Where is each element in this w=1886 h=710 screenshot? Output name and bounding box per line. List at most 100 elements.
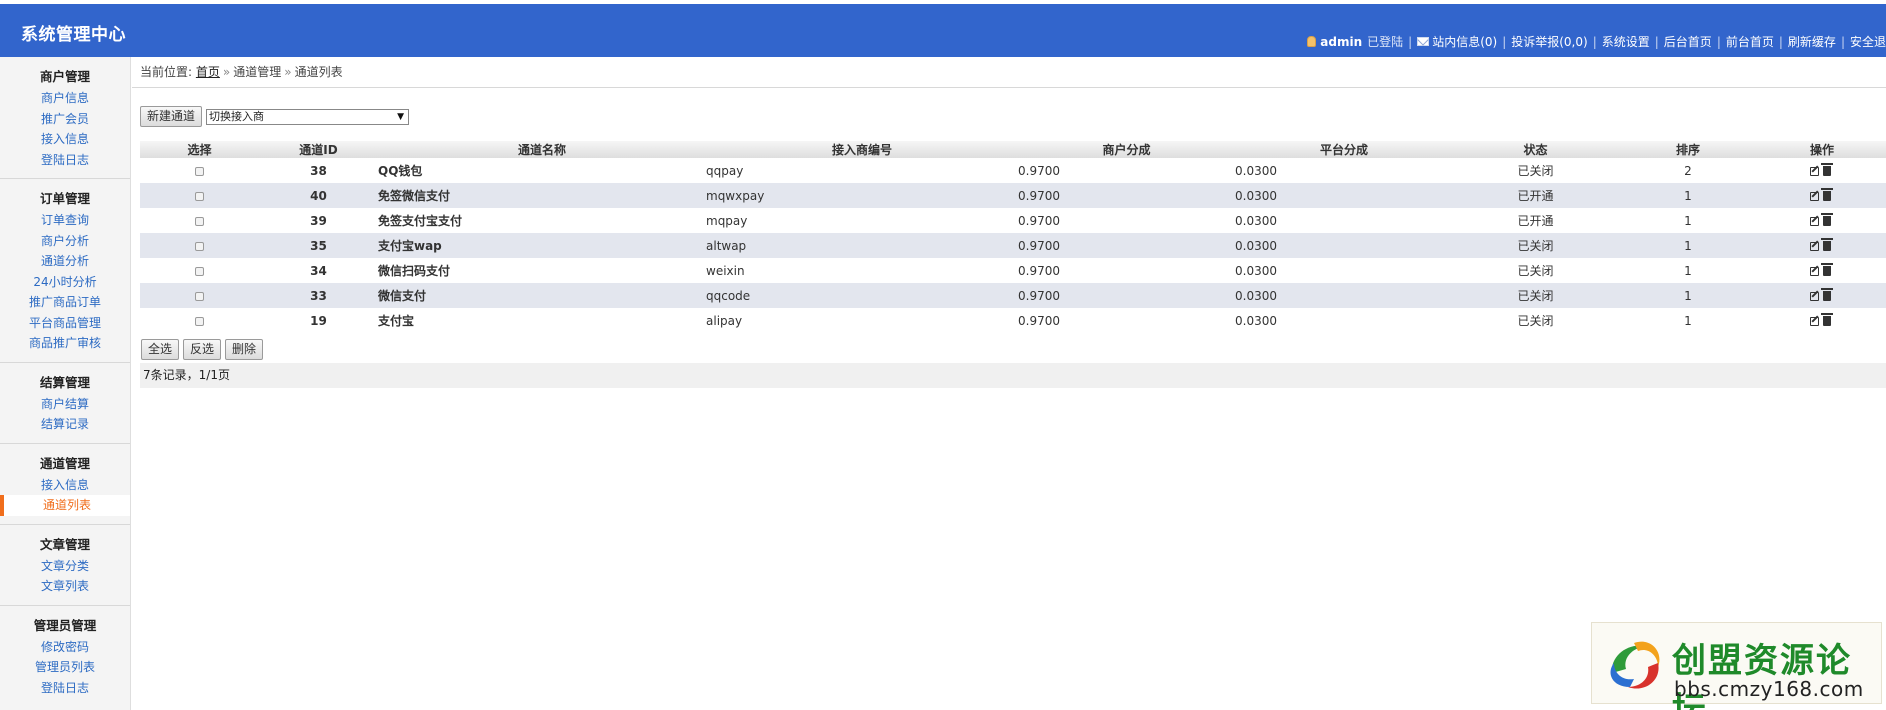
row-status: 已开通 [1453,183,1618,208]
row-sort: 1 [1618,283,1758,308]
top-header: 系统管理中心 admin 已登陆 | 站内信息(0) | 投诉举报(0,0) |… [0,4,1886,57]
sidebar-item-merchant-info[interactable]: 商户信息 [0,88,130,109]
breadcrumb-home-link[interactable]: 首页 [196,65,220,79]
username: admin [1320,34,1363,49]
row-merchant-rate: 0.9700 [1018,183,1235,208]
sidebar-item-24h-analysis[interactable]: 24小时分析 [0,272,130,293]
admin-home-link[interactable]: 后台首页 [1664,33,1712,50]
row-name: 免签微信支付 [378,183,706,208]
sidebar-item-login-log[interactable]: 登陆日志 [0,150,130,171]
row-checkbox[interactable] [195,191,204,201]
sidebar-item-admin-login-log[interactable]: 登陆日志 [0,678,130,699]
row-status: 已关闭 [1517,264,1554,278]
sidebar-group-title: 订单管理 [39,191,90,206]
invert-selection-button[interactable]: 反选 [183,339,222,360]
user-icon [1307,36,1317,47]
row-checkbox[interactable] [195,216,204,226]
trash-icon[interactable] [1820,213,1833,226]
sidebar-group-articles: 文章管理 文章分类 文章列表 [0,525,130,606]
edit-icon[interactable] [1809,241,1819,251]
select-all-button[interactable]: 全选 [141,339,180,360]
sidebar-item-settlement-records[interactable]: 结算记录 [0,414,130,435]
row-checkbox[interactable] [195,316,204,326]
row-code: altwap [706,233,1018,258]
row-id: 19 [310,313,327,328]
sidebar-item-channel-access-info[interactable]: 接入信息 [0,475,130,496]
trash-icon[interactable] [1820,188,1833,201]
sidebar-item-order-query[interactable]: 订单查询 [0,210,130,231]
messages-link[interactable]: 站内信息(0) [1432,33,1497,50]
breadcrumb-section: 通道管理 [233,65,282,79]
sidebar: 商户管理 商户信息 推广会员 接入信息 登陆日志 订单管理 订单查询 商户分析 … [0,57,131,710]
trash-icon[interactable] [1820,238,1833,251]
row-checkbox[interactable] [195,166,204,176]
sidebar-group-orders: 订单管理 订单查询 商户分析 通道分析 24小时分析 推广商品订单 平台商品管理… [0,179,130,363]
row-name: 微信扫码支付 [378,264,451,278]
sidebar-item-channel-list[interactable]: 通道列表 [0,495,130,516]
trash-icon[interactable] [1820,263,1833,276]
row-name: 免签支付宝支付 [378,214,463,228]
edit-icon[interactable] [1809,191,1819,201]
sidebar-group-admins: 管理员管理 修改密码 管理员列表 登陆日志 [0,606,130,707]
row-merchant-rate: 0.9700 [1018,213,1060,228]
row-platform-rate: 0.0300 [1235,183,1453,208]
col-provider-code: 接入商编号 [706,141,1018,158]
breadcrumb-page: 通道列表 [294,65,343,79]
sidebar-item-admin-list[interactable]: 管理员列表 [0,657,130,678]
edit-icon[interactable] [1809,291,1819,301]
row-id: 35 [259,233,378,258]
col-merchant-rate: 商户分成 [1018,141,1235,158]
row-code: alipay [706,313,743,328]
sidebar-group-title: 结算管理 [39,374,90,390]
table-row: 38 QQ钱包 qqpay 0.9700 0.0300 已关闭 2 [140,158,1886,183]
row-code: mqpay [706,213,748,228]
table-row: 39 免签支付宝支付 mqpay 0.9700 0.0300 已开通 1 [140,208,1886,233]
row-sort: 1 [1684,213,1692,228]
row-platform-rate: 0.0300 [1235,213,1277,228]
row-platform-rate: 0.0300 [1235,263,1277,278]
swirl-logo-icon [1610,641,1660,689]
col-platform-rate: 平台分成 [1235,141,1453,158]
row-checkbox[interactable] [195,241,204,251]
sidebar-group-title: 通道管理 [39,455,90,471]
system-settings-link[interactable]: 系统设置 [1602,33,1650,50]
row-status: 已关闭 [1517,164,1554,178]
sidebar-item-article-categories[interactable]: 文章分类 [0,556,130,577]
front-home-link[interactable]: 前台首页 [1726,33,1774,50]
edit-icon[interactable] [1809,266,1819,276]
edit-icon[interactable] [1809,216,1819,226]
row-checkbox[interactable] [195,291,204,301]
col-channel-id: 通道ID [259,141,378,158]
edit-icon[interactable] [1809,166,1819,176]
delete-button[interactable]: 删除 [225,339,264,360]
sidebar-item-promo-orders[interactable]: 推广商品订单 [0,292,130,313]
sidebar-item-merchant-analysis[interactable]: 商户分析 [0,231,130,252]
row-merchant-rate: 0.9700 [1018,163,1060,178]
row-code: qqpay [706,163,744,178]
row-name: 支付宝 [378,314,415,328]
sidebar-item-access-info[interactable]: 接入信息 [0,129,130,150]
trash-icon[interactable] [1820,288,1833,301]
sidebar-item-promo-members[interactable]: 推广会员 [0,109,130,130]
complaints-link[interactable]: 投诉举报(0,0) [1511,33,1587,50]
row-code: weixin [706,263,745,278]
provider-select[interactable]: 切换接入商 ▼ [206,108,410,125]
sidebar-item-article-list[interactable]: 文章列表 [0,576,130,597]
sidebar-item-channel-analysis[interactable]: 通道分析 [0,251,130,272]
trash-icon[interactable] [1820,313,1833,326]
row-sort: 2 [1684,163,1692,178]
trash-icon[interactable] [1820,163,1833,176]
row-merchant-rate: 0.9700 [1018,283,1235,308]
row-name: 支付宝wap [378,233,706,258]
row-sort: 1 [1618,233,1758,258]
new-channel-button[interactable]: 新建通道 [140,106,203,127]
sidebar-item-merchant-settlement[interactable]: 商户结算 [0,394,130,415]
logout-link[interactable]: 安全退 [1850,33,1886,50]
edit-icon[interactable] [1809,316,1819,326]
refresh-cache-link[interactable]: 刷新缓存 [1788,33,1836,50]
sidebar-item-promo-review[interactable]: 商品推广审核 [0,333,130,354]
col-sort: 排序 [1618,141,1758,158]
sidebar-item-platform-products[interactable]: 平台商品管理 [0,313,130,334]
row-checkbox[interactable] [195,266,204,276]
sidebar-item-change-password[interactable]: 修改密码 [0,637,130,658]
